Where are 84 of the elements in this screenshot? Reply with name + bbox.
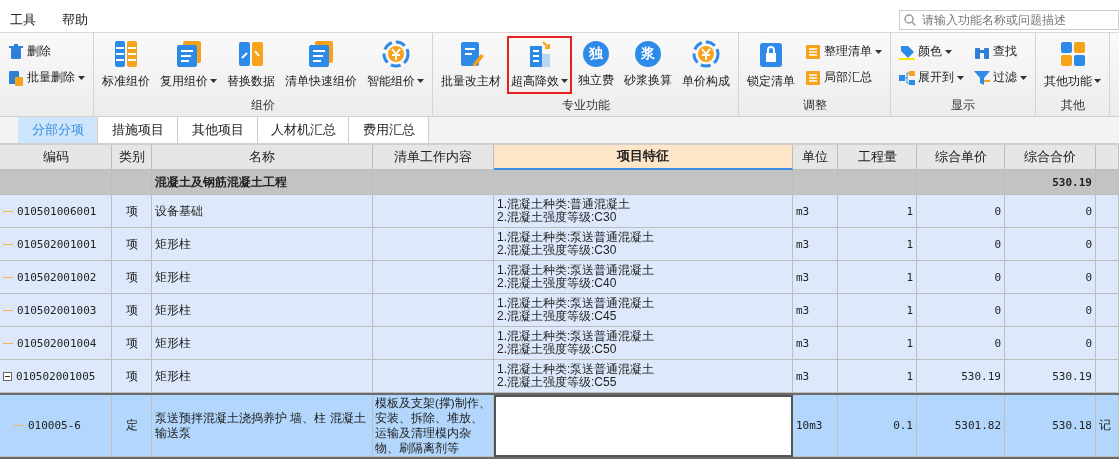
round-icon: 浆 [635,40,661,67]
toolbar-button[interactable]: 智能组价 [363,35,428,94]
caret-icon [1094,79,1101,83]
toolbar-button[interactable]: 替换数据 [223,35,279,94]
table-cell: 530.18 [1005,395,1096,457]
table-cell: 0.1 [838,395,917,457]
yen-icon [381,39,410,68]
table-cell: 010502001003 [17,303,97,317]
group-label: 专业功能 [560,97,611,114]
caret-icon [957,75,964,80]
collapse-icon[interactable] [3,371,12,381]
tab[interactable]: 措施项目 [98,117,178,143]
table-cell: 5301.82 [917,395,1005,457]
toolbar-button[interactable]: 整理清单 [801,39,886,64]
apps-icon [1058,39,1087,68]
toolbar-button[interactable]: 局部汇总 [801,65,886,90]
list-icon [805,69,821,86]
menu-item[interactable]: 帮助 [49,11,101,29]
column-header[interactable]: 项目特征 [494,145,793,170]
search-field[interactable]: 请输入功能名称或问题描述 [899,10,1119,30]
table-cell: 010502001001 [17,237,97,251]
table-cell: 记 [1096,395,1119,457]
yen-icon [692,39,720,68]
table-cell: 010502001005 [16,369,96,383]
edit-cell[interactable] [494,395,793,457]
table-cell: 10m3 [793,395,838,457]
documents-icon [8,69,24,86]
toolbar-button[interactable]: 独 独立费 [574,35,618,94]
table-icon [112,39,140,68]
tab[interactable]: 其他项目 [178,117,258,143]
group-label: 其他 [1059,97,1086,114]
toolbar-button[interactable]: 浆 砂浆换算 [620,35,676,94]
trash-icon [8,43,24,60]
caret-icon [417,79,424,83]
search-icon [904,14,916,26]
toolbar-button[interactable]: 批量删除 [4,65,89,90]
toolbar-button[interactable]: 查找 [970,39,1031,64]
table-cell: 泵送预拌混凝土浇捣养护 墙、柱 混凝土输送泵 [152,395,373,457]
toolbar-button[interactable]: 其他功能 [1040,35,1105,94]
toolbar-button[interactable]: 颜色 [895,39,968,64]
tab[interactable]: 费用汇总 [349,117,429,143]
toolbar-button[interactable]: 标准组价 [98,35,154,94]
caret-icon [945,49,952,54]
toolbar-button[interactable]: 批量改主材 [437,35,505,94]
group-label: 组价 [250,97,276,114]
table-row[interactable]: 010502001004 项 矩形柱 1.混凝土种类:泵送普通混凝土 2.混凝土强度等级:C50 m3 1 0 0 [0,327,1119,360]
document-icon [174,39,203,68]
table-row[interactable]: 混凝土及钢筋混凝土工程 530.19 [0,170,1119,195]
tag-icon [899,43,915,60]
table-row[interactable]: 010005-6 定 泵送预拌混凝土浇捣养护 墙、柱 混凝土输送泵 模板及支架(撑)制作、安装、拆除、堆放、运输及清理模内杂物、刷隔离剂等 10m3 0.1 5301.82 530.18 记 [0,393,1119,459]
toolbar-button[interactable]: 锁定清单 [743,35,799,94]
swap-icon [237,39,265,68]
table-cell: 010501006001 [17,204,97,218]
list-icon [805,43,821,60]
toolbar-button[interactable]: 复用组价 [156,35,221,94]
hierarchy-icon [899,69,915,86]
caret-icon [1020,75,1027,80]
toolbar-button[interactable]: 过滤 [970,65,1031,90]
table-row[interactable]: 010502001003 项 矩形柱 1.混凝土种类:泵送普通混凝土 2.混凝土强度等级:C45 m3 1 0 0 [0,294,1119,327]
document-icon [307,39,335,68]
toolbar-button[interactable]: 超高降效 [507,35,572,94]
toolbar-button[interactable]: 删除 [4,39,89,64]
group-label: 显示 [950,97,976,114]
table-row[interactable]: 010502001005 项 矩形柱 1.混凝土种类:泵送普通混凝土 2.混凝土强度等级:C55 m3 1 530.19 530.19 [0,360,1119,393]
toolbar-button[interactable]: 展开到 [895,65,968,90]
group-label: 调整 [801,97,828,114]
table-cell: 定 [112,395,152,457]
caret-icon [875,49,882,54]
toolbar-button[interactable]: 单价构成 [678,35,734,94]
caret-icon [561,79,568,83]
caret-icon [78,75,85,80]
table-row[interactable]: 010501006001 项 设备基础 1.混凝土种类:普通混凝土 2.混凝土强度等级:C30 m3 1 0 0 [0,195,1119,228]
table-row[interactable]: 010502001001 项 矩形柱 1.混凝土种类:泵送普通混凝土 2.混凝土强度等级:C30 m3 1 0 0 [0,228,1119,261]
table-cell: 010502001004 [17,336,97,350]
toolbar-button[interactable]: 清单快速组价 [281,35,361,94]
caret-icon [210,79,217,83]
menu-item[interactable]: 工具 [0,11,49,29]
table-row[interactable]: 010502001002 项 矩形柱 1.混凝土种类:泵送普通混凝土 2.混凝土强度等级:C40 m3 1 0 0 [0,261,1119,294]
table-cell: 010502001002 [17,270,97,284]
tree-line [14,425,24,426]
tab[interactable]: 人材机汇总 [258,117,349,143]
round-icon: 独 [583,40,609,67]
filter-icon [974,69,990,86]
table-cell: 010005-6 [28,419,81,432]
